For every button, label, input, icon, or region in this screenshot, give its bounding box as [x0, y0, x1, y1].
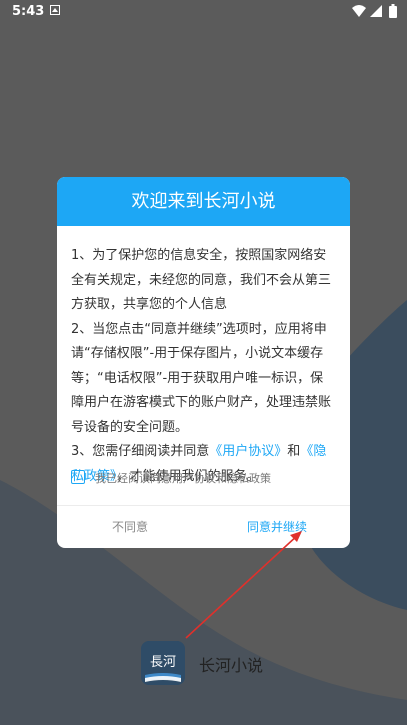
consent-checkbox[interactable]	[71, 470, 85, 484]
policy-paragraph-2: 2、当您点击“同意并继续”选项时，应用将申请“存储权限”-用于保存图片，小说文本…	[71, 321, 332, 435]
battery-icon	[389, 4, 397, 18]
agree-and-continue-button[interactable]: 同意并继续	[204, 506, 350, 548]
signal-icon	[370, 5, 382, 17]
wifi-icon	[352, 5, 366, 17]
privacy-dialog: 欢迎来到长河小说 1、为了保护您的信息安全，按照国家网络安全有关规定，未经您的同…	[57, 177, 350, 548]
status-time: 5:43	[12, 4, 45, 19]
policy-paragraph-1: 1、为了保护您的信息安全，按照国家网络安全有关规定，未经您的同意，我们不会从第三…	[71, 248, 332, 312]
policy-paragraph-3-and: 和	[287, 444, 301, 459]
consent-checkbox-label[interactable]: 我已经阅读同意用户协议和隐私政策	[95, 470, 271, 486]
notification-icon	[50, 5, 60, 15]
app-name: 长河小说	[199, 656, 264, 675]
user-agreement-link[interactable]: 《用户协议》	[209, 444, 287, 459]
dialog-body: 1、为了保护您的信息安全，按照国家网络安全有关规定，未经您的同意，我们不会从第三…	[57, 226, 350, 489]
disagree-button[interactable]: 不同意	[57, 506, 203, 548]
dialog-title: 欢迎来到长河小说	[57, 177, 350, 226]
policy-paragraph-3-prefix: 3、您需仔细阅读并同意	[71, 444, 210, 459]
app-logo-icon: 長河	[141, 641, 185, 685]
app-logo-text: 長河	[150, 655, 176, 670]
status-bar: 5:43	[0, 0, 407, 24]
